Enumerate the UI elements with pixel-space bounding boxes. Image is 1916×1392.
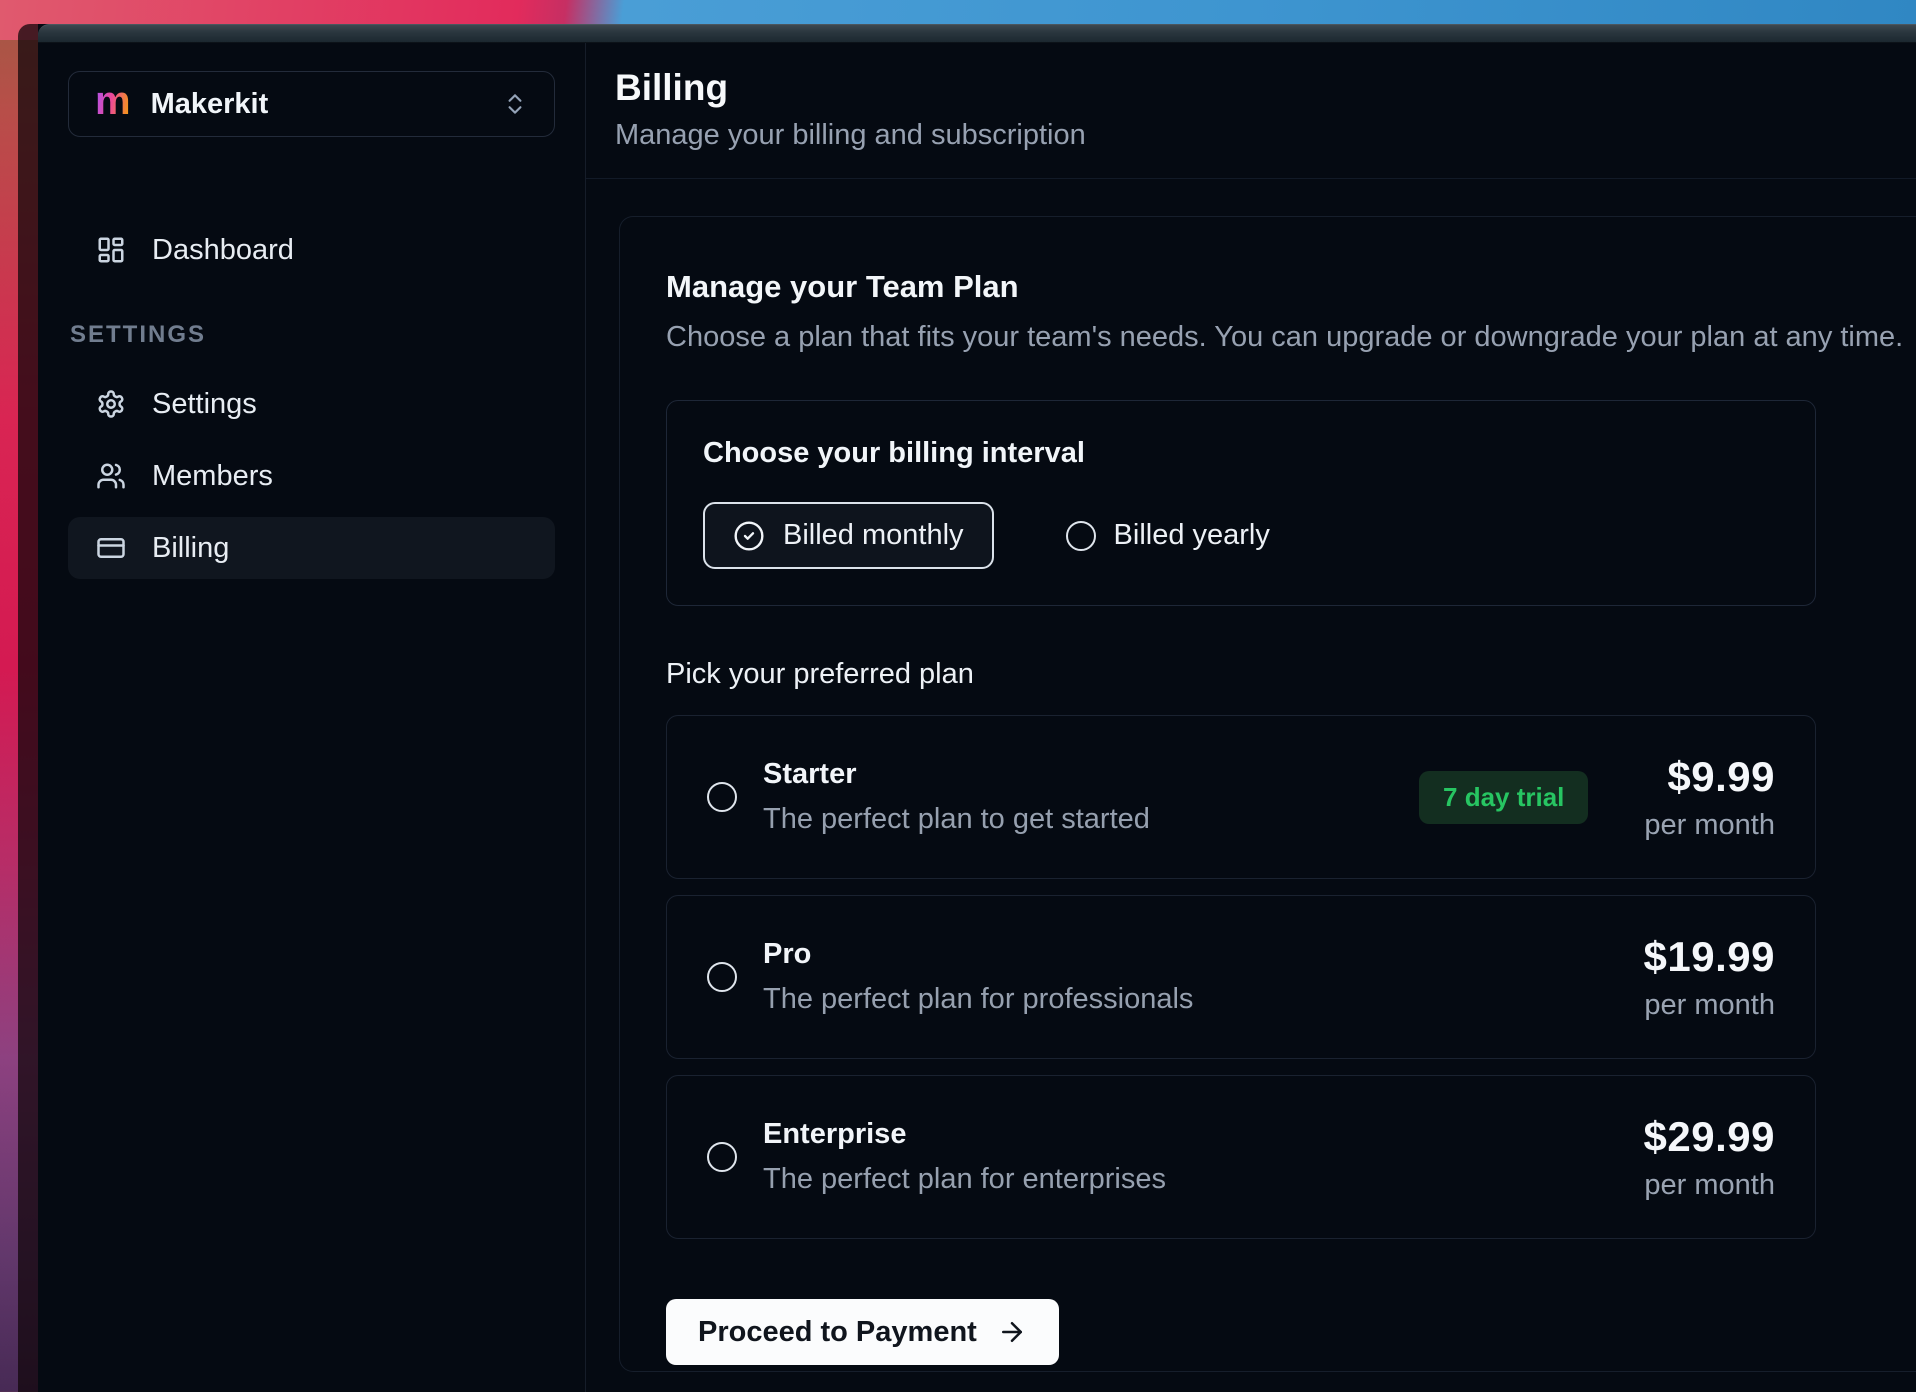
proceed-to-payment-label: Proceed to Payment <box>698 1316 977 1349</box>
plan-name: Pro <box>763 938 1193 971</box>
trial-badge: 7 day trial <box>1419 771 1588 824</box>
sidebar: m Makerkit Dashboard SETTINGS <box>38 43 586 1392</box>
sidebar-item-label: Members <box>152 460 273 493</box>
plan-description: The perfect plan for professionals <box>763 983 1193 1016</box>
starter-radio[interactable] <box>707 782 737 812</box>
team-plan-title: Manage your Team Plan <box>666 269 1916 305</box>
plan-option-pro[interactable]: Pro The perfect plan for professionals $… <box>666 895 1816 1059</box>
window-titlebar <box>38 24 1916 43</box>
workspace-name: Makerkit <box>151 88 269 121</box>
plan-form: Choose your billing interval Billed mont… <box>666 400 1816 1365</box>
sidebar-item-label: Dashboard <box>152 234 294 267</box>
sidebar-item-members[interactable]: Members <box>68 445 555 507</box>
plan-description: The perfect plan for enterprises <box>763 1163 1166 1196</box>
plan-option-starter[interactable]: Starter The perfect plan to get started … <box>666 715 1816 879</box>
sidebar-item-billing[interactable]: Billing <box>68 517 555 579</box>
app-window: m Makerkit Dashboard SETTINGS <box>18 24 1916 1392</box>
workspace-selector[interactable]: m Makerkit <box>68 71 555 137</box>
gear-icon <box>96 389 126 419</box>
plan-price: $29.99 <box>1644 1113 1775 1161</box>
price-stack: $19.99 per month <box>1644 933 1775 1022</box>
billing-interval-options: Billed monthly Billed yearly <box>703 502 1779 569</box>
pro-radio[interactable] <box>707 962 737 992</box>
dashboard-icon <box>96 235 126 265</box>
plan-info: Starter The perfect plan to get started <box>763 758 1150 836</box>
makerkit-logo: m <box>95 81 131 121</box>
billing-interval-label: Choose your billing interval <box>703 437 1779 470</box>
chevrons-up-down-icon <box>502 91 528 117</box>
page-header: Billing Manage your billing and subscrip… <box>586 43 1916 179</box>
team-plan-card: Manage your Team Plan Choose a plan that… <box>619 216 1916 1372</box>
check-circle-icon <box>733 520 765 552</box>
plan-name: Starter <box>763 758 1150 791</box>
page-subtitle: Manage your billing and subscription <box>615 119 1916 152</box>
plan-info: Enterprise The perfect plan for enterpri… <box>763 1118 1166 1196</box>
sidebar-item-settings[interactable]: Settings <box>68 373 555 435</box>
app-body: m Makerkit Dashboard SETTINGS <box>38 43 1916 1392</box>
plan-pricing: $19.99 per month <box>1644 933 1775 1022</box>
plan-option-enterprise[interactable]: Enterprise The perfect plan for enterpri… <box>666 1075 1816 1239</box>
plan-price: $9.99 <box>1644 753 1775 801</box>
billed-yearly-label: Billed yearly <box>1114 519 1270 552</box>
users-icon <box>96 461 126 491</box>
billed-monthly-label: Billed monthly <box>783 519 964 552</box>
sidebar-item-label: Settings <box>152 388 257 421</box>
sidebar-item-label: Billing <box>152 532 229 565</box>
plan-period: per month <box>1644 1169 1775 1202</box>
plan-period: per month <box>1644 809 1775 842</box>
plan-info: Pro The perfect plan for professionals <box>763 938 1193 1016</box>
page-content: Manage your Team Plan Choose a plan that… <box>586 179 1916 1392</box>
billed-monthly-option[interactable]: Billed monthly <box>703 502 994 569</box>
sidebar-item-dashboard[interactable]: Dashboard <box>68 219 555 281</box>
proceed-to-payment-button[interactable]: Proceed to Payment <box>666 1299 1059 1365</box>
plan-price: $19.99 <box>1644 933 1775 981</box>
plan-name: Enterprise <box>763 1118 1166 1151</box>
enterprise-radio[interactable] <box>707 1142 737 1172</box>
arrow-right-icon <box>997 1317 1027 1347</box>
page-title: Billing <box>615 67 1916 109</box>
team-plan-subtitle: Choose a plan that fits your team's need… <box>666 321 1916 354</box>
billed-yearly-radio[interactable] <box>1066 521 1096 551</box>
main-panel: Billing Manage your billing and subscrip… <box>586 43 1916 1392</box>
plan-pricing: 7 day trial $9.99 per month <box>1419 753 1775 842</box>
billing-interval-card: Choose your billing interval Billed mont… <box>666 400 1816 606</box>
sidebar-nav: Dashboard SETTINGS Settings Members <box>68 219 555 579</box>
sidebar-section-label: SETTINGS <box>70 321 555 349</box>
plan-pricing: $29.99 per month <box>1644 1113 1775 1202</box>
price-stack: $9.99 per month <box>1644 753 1775 842</box>
billed-yearly-option[interactable]: Billed yearly <box>1066 519 1270 552</box>
price-stack: $29.99 per month <box>1644 1113 1775 1202</box>
plan-description: The perfect plan to get started <box>763 803 1150 836</box>
plan-period: per month <box>1644 989 1775 1022</box>
credit-card-icon <box>96 533 126 563</box>
pick-plan-label: Pick your preferred plan <box>666 658 1816 691</box>
